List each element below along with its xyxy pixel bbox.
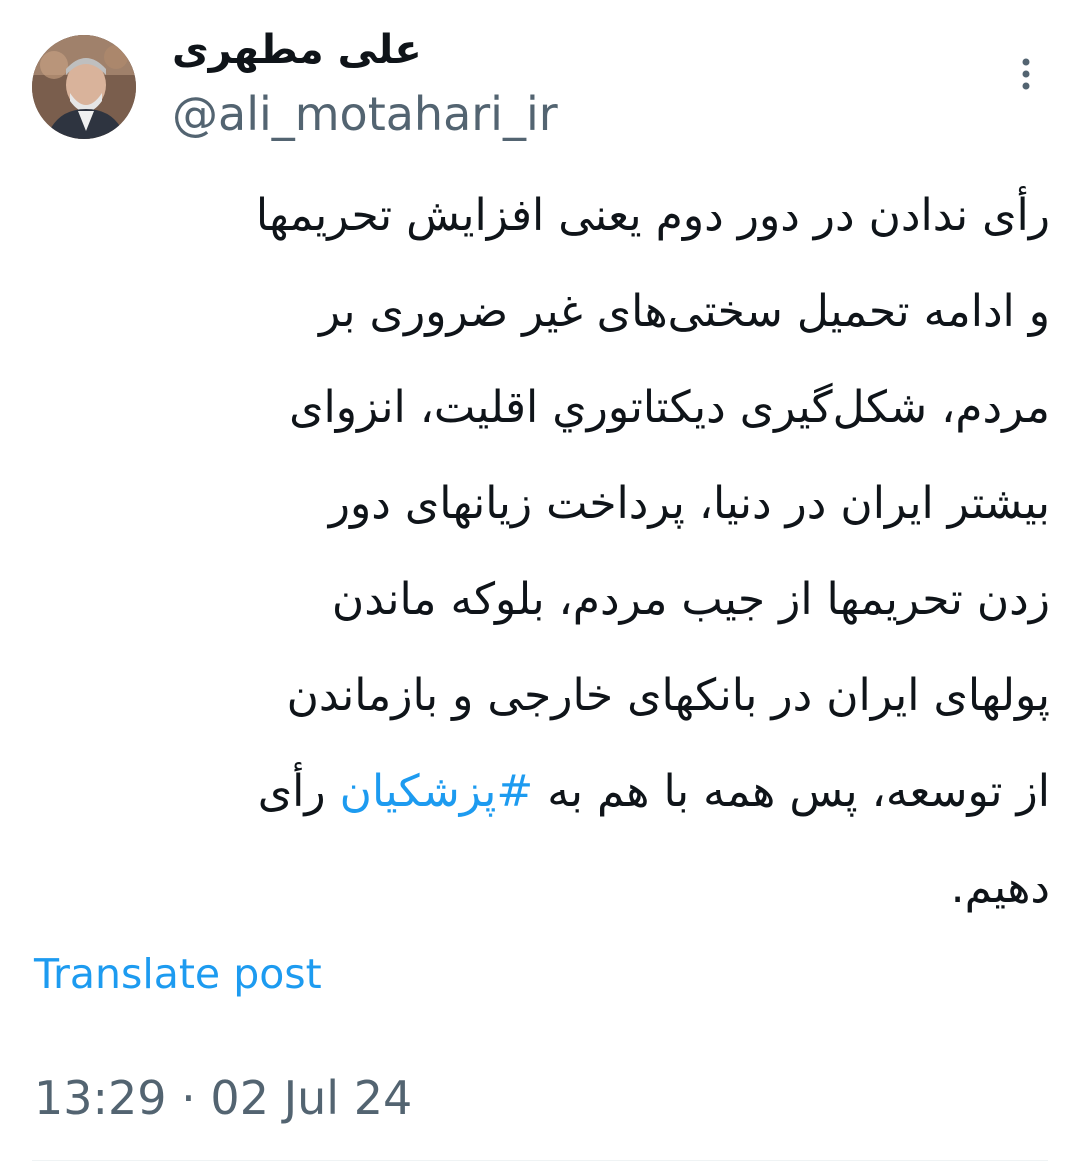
tweet-timestamp[interactable]: 13:29 · 02 Jul 24 [34, 1068, 412, 1128]
author-display-name[interactable]: علی مطهری [172, 20, 422, 80]
avatar[interactable] [32, 35, 136, 139]
divider [32, 1160, 1048, 1161]
translate-post-link[interactable]: Translate post [34, 946, 322, 1002]
hashtag-link[interactable]: #پزشکیان [340, 766, 534, 817]
author-handle[interactable]: @ali_motahari_ir [172, 86, 558, 142]
more-vertical-icon[interactable] [1012, 54, 1040, 94]
tweet-text-before: رأی ندادن در دور دوم یعنی افزایش تحریمها… [255, 190, 1050, 817]
tweet-text: رأی ندادن در دور دوم یعنی افزایش تحریمها… [30, 168, 1050, 936]
